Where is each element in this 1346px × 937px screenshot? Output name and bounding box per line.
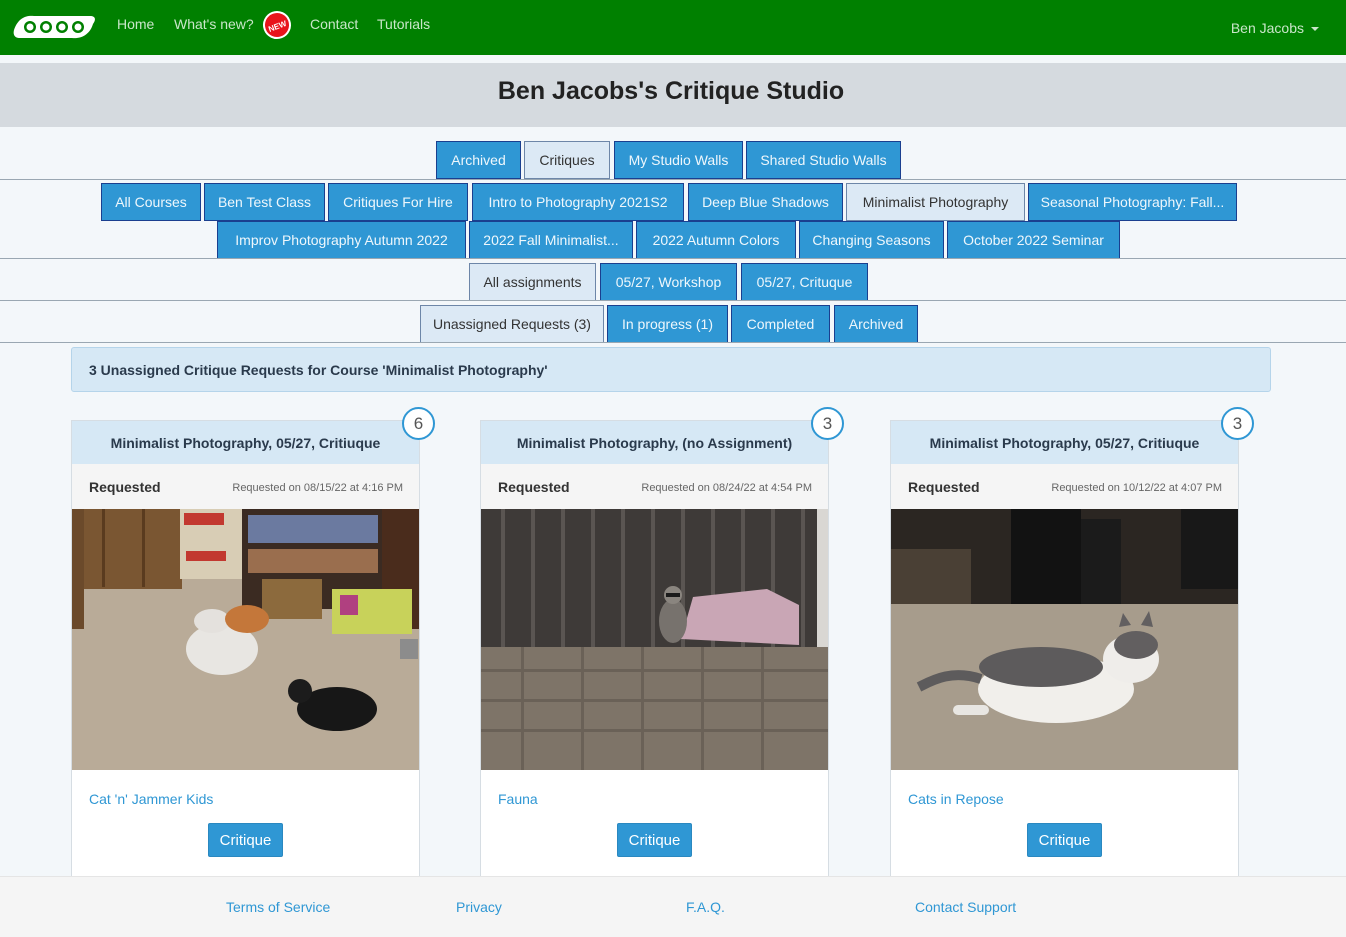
footer-support-link[interactable]: Contact Support — [915, 899, 1016, 915]
critique-card[interactable]: Minimalist Photography, 05/27, Critiuque… — [71, 407, 435, 900]
card-status-bar: Requested Requested on 08/24/22 at 4:54 … — [481, 464, 828, 509]
card-status-bar: Requested Requested on 10/12/22 at 4:07 … — [891, 464, 1238, 509]
course-tab[interactable]: Changing Seasons — [799, 221, 944, 259]
critique-button[interactable]: Critique — [1027, 823, 1102, 857]
critique-button[interactable]: Critique — [208, 823, 283, 857]
course-tab[interactable]: All Courses — [101, 183, 201, 221]
page-title: Ben Jacobs's Critique Studio — [497, 77, 845, 105]
top-navbar: Home What's new? NEW Contact Tutorials B… — [0, 0, 1346, 55]
course-tab[interactable]: Seasonal Photography: Fall... — [1028, 183, 1237, 221]
critique-title-link[interactable]: Fauna — [498, 791, 538, 807]
footer-terms-link[interactable]: Terms of Service — [226, 899, 330, 915]
nav-whats-new[interactable]: What's new? — [174, 16, 254, 32]
critique-card[interactable]: Minimalist Photography, (no Assignment) … — [480, 407, 844, 900]
new-badge: NEW — [259, 7, 295, 43]
footer-faq-link[interactable]: F.A.Q. — [686, 899, 725, 915]
request-date: Requested on 08/24/22 at 4:54 PM — [641, 482, 812, 494]
status-tab[interactable]: In progress (1) — [607, 305, 728, 343]
count-badge: 3 — [811, 407, 844, 440]
footer-privacy-link[interactable]: Privacy — [456, 899, 502, 915]
status-label: Requested — [89, 479, 161, 495]
course-tab[interactable]: 2022 Autumn Colors — [636, 221, 796, 259]
divider — [0, 179, 1346, 180]
count-badge: 3 — [1221, 407, 1254, 440]
cat-lying-photo[interactable] — [891, 509, 1238, 770]
card-header: Minimalist Photography, (no Assignment) — [481, 421, 828, 464]
card-header: Minimalist Photography, 05/27, Critiuque — [891, 421, 1238, 464]
status-tab[interactable]: Completed — [731, 305, 830, 343]
cats-in-room-photo[interactable] — [72, 509, 419, 770]
request-date: Requested on 08/15/22 at 4:16 PM — [232, 482, 403, 494]
course-tab[interactable]: Minimalist Photography — [846, 183, 1025, 221]
course-tab[interactable]: October 2022 Seminar — [947, 221, 1120, 259]
raccoon-on-wall-photo[interactable] — [481, 509, 828, 770]
status-label: Requested — [908, 479, 980, 495]
status-tab[interactable]: Archived — [834, 305, 918, 343]
divider — [0, 300, 1346, 301]
user-menu[interactable]: Ben Jacobs — [1231, 20, 1304, 36]
oooo-logo-icon[interactable] — [12, 12, 96, 42]
course-tab[interactable]: Improv Photography Autumn 2022 — [217, 221, 466, 259]
course-tab[interactable]: Intro to Photography 2021S2 — [472, 183, 684, 221]
course-tab[interactable]: Ben Test Class — [204, 183, 325, 221]
card-status-bar: Requested Requested on 08/15/22 at 4:16 … — [72, 464, 419, 509]
assignment-tab[interactable]: All assignments — [469, 263, 596, 301]
footer: Terms of Service Privacy F.A.Q. Contact … — [0, 876, 1346, 937]
course-tab[interactable]: Critiques For Hire — [328, 183, 468, 221]
assignment-tab[interactable]: 05/27, Workshop — [600, 263, 737, 301]
status-tab[interactable]: Unassigned Requests (3) — [420, 305, 604, 343]
divider — [0, 258, 1346, 259]
nav-contact[interactable]: Contact — [310, 16, 358, 32]
divider — [0, 342, 1346, 343]
notice-text: 3 Unassigned Critique Requests for Cours… — [89, 362, 548, 378]
critique-card[interactable]: Minimalist Photography, 05/27, Critiuque… — [890, 407, 1254, 900]
course-tab[interactable]: Deep Blue Shadows — [688, 183, 843, 221]
tab-shared-studio-walls[interactable]: Shared Studio Walls — [746, 141, 901, 179]
nav-tutorials[interactable]: Tutorials — [377, 16, 430, 32]
card-header: Minimalist Photography, 05/27, Critiuque — [72, 421, 419, 464]
notice-banner: 3 Unassigned Critique Requests for Cours… — [71, 347, 1271, 392]
tab-critiques[interactable]: Critiques — [524, 141, 610, 179]
chevron-down-icon[interactable] — [1311, 27, 1319, 31]
tab-archived[interactable]: Archived — [436, 141, 521, 179]
tab-my-studio-walls[interactable]: My Studio Walls — [614, 141, 743, 179]
critique-title-link[interactable]: Cats in Repose — [908, 791, 1004, 807]
assignment-tab[interactable]: 05/27, Crituque — [741, 263, 868, 301]
critique-button[interactable]: Critique — [617, 823, 692, 857]
status-label: Requested — [498, 479, 570, 495]
course-tab[interactable]: 2022 Fall Minimalist... — [469, 221, 633, 259]
count-badge: 6 — [402, 407, 435, 440]
nav-home[interactable]: Home — [117, 16, 154, 32]
request-date: Requested on 10/12/22 at 4:07 PM — [1051, 482, 1222, 494]
critique-title-link[interactable]: Cat 'n' Jammer Kids — [89, 791, 213, 807]
